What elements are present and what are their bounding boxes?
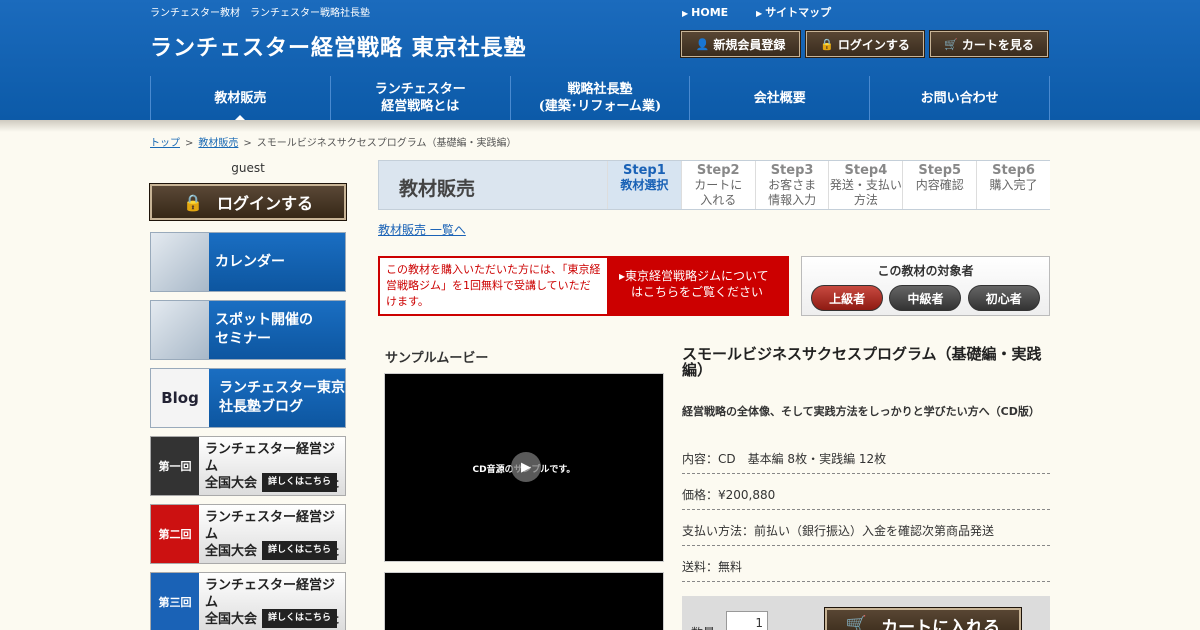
event-number: 第三回 [151,573,199,630]
lock-icon: 🔒 [183,192,203,212]
step-6: Step6 購入完了 [976,161,1050,209]
step-4: Step4 発送・支払い 方法 [828,161,902,209]
event-number: 第一回 [151,437,199,495]
blog-logo: Blog [151,369,209,427]
site-header: ランチェスター教材 ランチェスター戦略社長塾 ランチェスター経営戦略 東京社長塾… [0,0,1200,120]
step-5: Step5 内容確認 [902,161,976,209]
nav-item-company[interactable]: 会社概要 [690,76,871,120]
banner-label: ランチェスター東京 社長塾ブログ [209,369,345,427]
gym-notice: この教材を購入いただいた方には、「東京経営戦略ジム」を1回無料で受講していただけ… [378,256,789,316]
banner-label: スポット開催の セミナー [209,301,345,359]
sample-video[interactable]: CD音源のサンプルです。 ▶ [384,373,664,562]
page-title: 教材販売 [399,178,476,200]
calendar-thumbnail [151,233,209,291]
breadcrumb-current: スモールビジネスサクセスプログラム（基礎編・実践編） [256,138,517,149]
level-beginner: 初心者 [967,285,1040,311]
spec-price: 価格：¥200,880 [682,482,1050,510]
more-link[interactable]: 詳しくはこちら [261,473,337,492]
nav-item-contact[interactable]: お問い合わせ [870,76,1050,120]
seminar-thumbnail [151,301,209,359]
purchase-steps: Step1 教材選択 Step2 カートに 入れる Step3 お客さま 情報入力 S… [607,161,1050,209]
add-to-cart-button[interactable]: 🛒 カートに入れる [824,607,1022,630]
product-subtitle: 経営戦略の全体像、そして実践方法をしっかりと学びたい方へ（CD版） [682,405,1040,418]
breadcrumb-home[interactable]: トップ [150,138,180,149]
triangle-icon: ▶ [756,9,763,18]
sample-video-2[interactable] [384,572,664,630]
target-audience-box: この教材の対象者 上級者 中級者 初心者 [801,256,1050,316]
step-3: Step3 お客さま 情報入力 [754,161,829,209]
sidebar-login-button[interactable]: 🔒 ログインする [149,183,347,221]
step-1: Step1 教材選択 [607,161,681,209]
event-banner-3[interactable]: 第三回 ランチェスター経営ジム 全国大会 開催しました詳しくはこちら [150,572,346,630]
site-title[interactable]: ランチェスター経営戦略 東京社長塾 [150,30,527,62]
cart-box: 数量 1 🛒カートに入れる [682,596,1050,630]
step-2: Step2 カートに 入れる [680,161,755,209]
site-tagline: ランチェスター教材 ランチェスター戦略社長塾 [150,8,370,19]
top-links: ▶ HOME ▶ サイトマップ [682,4,855,20]
spec-content: 内容：CD 基本編 8枚・実践編 12枚 [682,446,1050,474]
breadcrumb-category[interactable]: 教材販売 [198,138,238,149]
product-specs: 内容：CD 基本編 8枚・実践編 12枚 価格：¥200,880 支払い方法：前… [682,446,1050,582]
materials-list-link[interactable]: 教材販売 一覧へ [378,221,466,238]
user-name: guest [231,161,265,175]
more-link[interactable]: 詳しくはこちら [261,609,337,628]
global-nav: 教材販売 ランチェスター 経営戦略とは 戦略社長塾 (建築･リフォーム業) 会社… [150,76,1050,120]
register-button[interactable]: 👤 新規会員登録 [680,30,801,58]
nav-item-lanchester[interactable]: ランチェスター 経営戦略とは [331,76,511,120]
event-banner-1[interactable]: 第一回 ランチェスター経営ジム 全国大会 開催しました詳しくはこちら [150,436,346,496]
spec-shipping: 送料：無料 [682,554,1050,582]
banner-label: カレンダー [209,233,345,291]
play-icon[interactable]: ▶ [511,452,541,482]
blog-banner[interactable]: Blog ランチェスター東京 社長塾ブログ [150,368,346,428]
seminar-banner[interactable]: スポット開催の セミナー [150,300,346,360]
target-title: この教材の対象者 [877,264,974,278]
product-detail: スモールビジネスサクセスプログラム（基礎編・実践編） 経営戦略の全体像、そして実… [682,346,1050,590]
spec-payment: 支払い方法：前払い（銀行振込）入金を確認次第商品発送 [682,518,1050,546]
cart-icon: 🛒 [845,615,868,630]
level-advanced: 上級者 [811,285,884,311]
more-link[interactable]: 詳しくはこちら [261,541,337,560]
lock-icon: 🔒 [820,37,834,51]
main-content: 教材販売 Step1 教材選択 Step2 カートに 入れる Step3 お客さま 情… [378,160,1050,630]
nav-item-materials[interactable]: 教材販売 [151,76,331,120]
nav-item-juku[interactable]: 戦略社長塾 (建築･リフォーム業) [511,76,691,120]
sidebar: guest 🔒 ログインする カレンダー スポット開催の セミナー Blog ラン… [149,160,347,630]
event-banner-2[interactable]: 第二回 ランチェスター経営ジム 全国大会 開催しました詳しくはこちら [150,504,346,564]
header-shadow [0,120,1200,132]
level-intermediate: 中級者 [889,285,962,311]
login-button[interactable]: 🔒 ログインする [805,30,925,58]
gym-info-link[interactable]: ▸東京経営戦略ジムについて はこちらをご覧ください [607,258,787,314]
sample-movie-title: サンプルムービー [385,351,489,366]
triangle-icon: ▶ [682,9,689,18]
cart-icon: 🛒 [944,37,958,51]
step-bar: 教材販売 Step1 教材選択 Step2 カートに 入れる Step3 お客さま 情… [378,160,1050,210]
breadcrumb: トップ > 教材販売 > スモールビジネスサクセスプログラム（基礎編・実践編） [150,138,517,149]
quantity-label: 数量 [691,624,715,630]
product-title: スモールビジネスサクセスプログラム（基礎編・実践編） [682,345,1042,379]
person-icon: 👤 [695,37,710,51]
sitemap-link[interactable]: ▶ サイトマップ [756,6,843,19]
notice-text: この教材を購入いただいた方には、「東京経営戦略ジム」を1回無料で受講していただけ… [380,258,607,314]
quantity-input[interactable]: 1 [726,611,768,630]
view-cart-button[interactable]: 🛒 カートを見る [929,30,1049,58]
home-link[interactable]: ▶ HOME [682,6,740,19]
event-number: 第二回 [151,505,199,563]
calendar-banner[interactable]: カレンダー [150,232,346,292]
